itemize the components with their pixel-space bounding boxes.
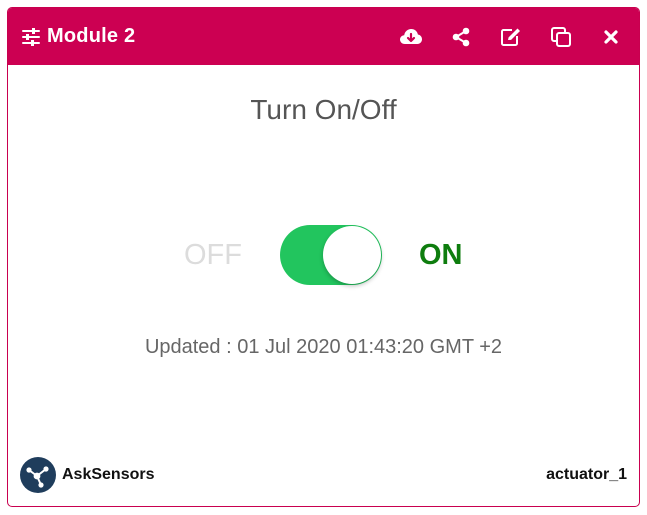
- copy-icon: [551, 26, 571, 47]
- copy-button[interactable]: [541, 17, 581, 57]
- power-toggle[interactable]: [280, 225, 382, 285]
- on-label: ON: [419, 239, 463, 271]
- brand: AskSensors: [20, 457, 155, 493]
- module-card: Module 2 Turn On/Off OFF ON Updated: 01…: [7, 7, 640, 507]
- module-header: Module 2: [8, 8, 639, 65]
- switch-row: OFF ON: [8, 223, 639, 287]
- share-icon: [452, 27, 470, 46]
- module-actions: [381, 8, 631, 65]
- close-icon: [604, 29, 618, 44]
- device-name: actuator_1: [546, 466, 627, 483]
- brand-name: AskSensors: [62, 466, 155, 483]
- panel-title: Turn On/Off: [250, 94, 397, 125]
- module-header-title-group: Module 2: [21, 8, 135, 65]
- module-footer: AskSensors actuator_1: [20, 457, 627, 493]
- edit-button[interactable]: [491, 17, 531, 57]
- share-button[interactable]: [441, 17, 481, 57]
- off-label: OFF: [184, 239, 242, 271]
- sliders-icon: [22, 27, 40, 46]
- module-title: Module 2: [47, 25, 136, 47]
- edit-icon: [501, 28, 520, 46]
- close-button[interactable]: [591, 17, 631, 57]
- cloud-download-icon: [400, 28, 422, 44]
- updated-timestamp: Updated : 01 Jul 2020 01:43:20 GMT +2: [144, 336, 503, 358]
- toggle-knob[interactable]: [323, 226, 381, 284]
- download-button[interactable]: [391, 17, 431, 57]
- asksensors-logo-icon: [20, 457, 56, 493]
